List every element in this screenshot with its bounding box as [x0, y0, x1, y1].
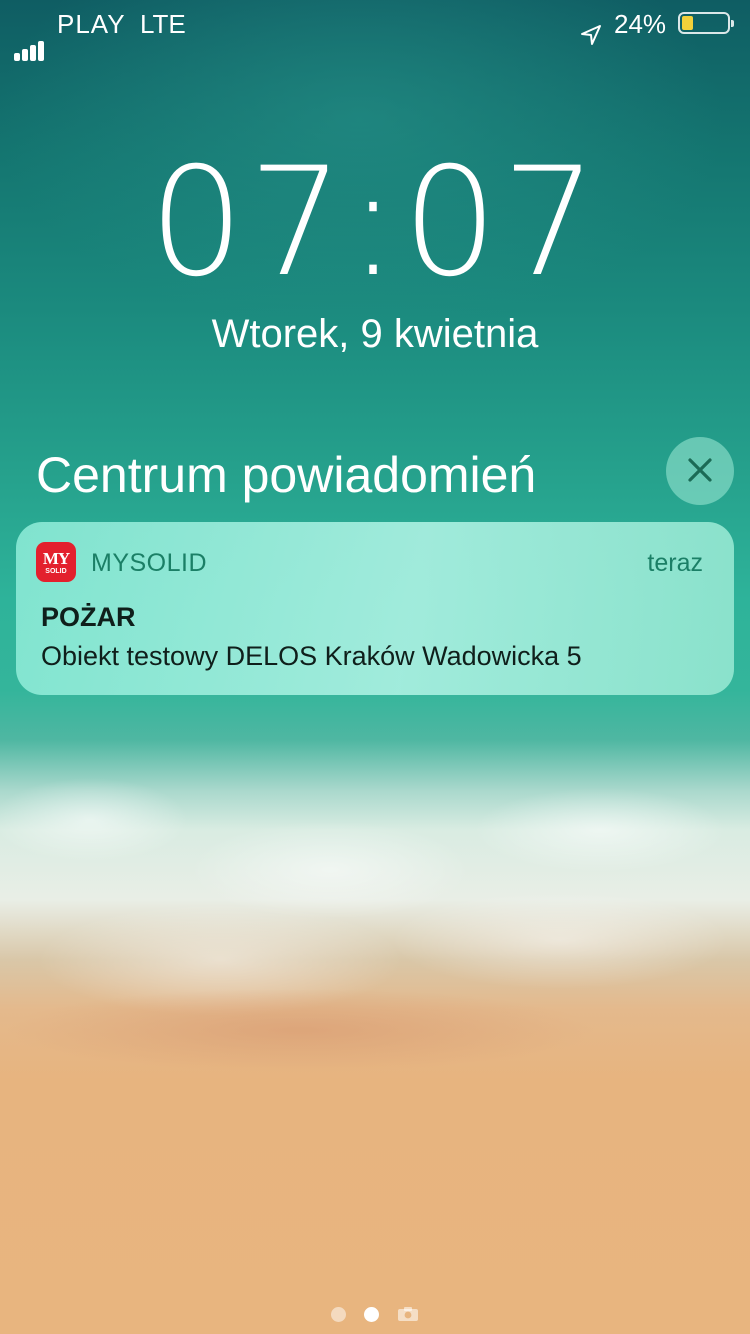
location-arrow-icon — [580, 13, 602, 61]
notification-card[interactable]: MY SOLID MYSOLID teraz POŻAR Obiekt test… — [16, 522, 734, 695]
page-indicator — [0, 1304, 750, 1324]
battery-fill — [682, 16, 693, 30]
wallpaper-foam — [0, 700, 750, 1120]
battery-icon — [678, 12, 734, 34]
lock-screen-time: 07:07 — [148, 136, 602, 310]
mysolid-app-icon: MY SOLID — [36, 542, 76, 582]
signal-strength-icon — [14, 13, 46, 61]
battery-percent: 24% — [614, 9, 667, 39]
notification-time: teraz — [647, 549, 703, 577]
app-icon-text-my: MY — [42, 548, 70, 568]
app-icon-text-solid: SOLID — [45, 567, 67, 575]
notification-body: Obiekt testowy DELOS Kraków Wadowicka 5 — [41, 641, 582, 671]
notification-app-name: MYSOLID — [91, 549, 208, 577]
carrier-name: PLAY — [57, 9, 126, 39]
notification-title: POŻAR — [41, 602, 136, 632]
clear-notifications-button[interactable] — [666, 437, 734, 505]
page-dot-2[interactable] — [364, 1306, 379, 1322]
camera-icon[interactable] — [397, 1306, 419, 1322]
battery-nub — [731, 20, 734, 27]
notification-center-title: Centrum powiadomień — [36, 447, 537, 503]
page-dot-1[interactable] — [331, 1306, 346, 1322]
status-bar: PLAY LTE 24% — [0, 0, 750, 61]
wallpaper-shore — [0, 990, 750, 1110]
lock-screen-date: Wtorek, 9 kwietnia — [211, 312, 539, 356]
network-type: LTE — [140, 9, 186, 39]
close-icon — [687, 452, 713, 490]
